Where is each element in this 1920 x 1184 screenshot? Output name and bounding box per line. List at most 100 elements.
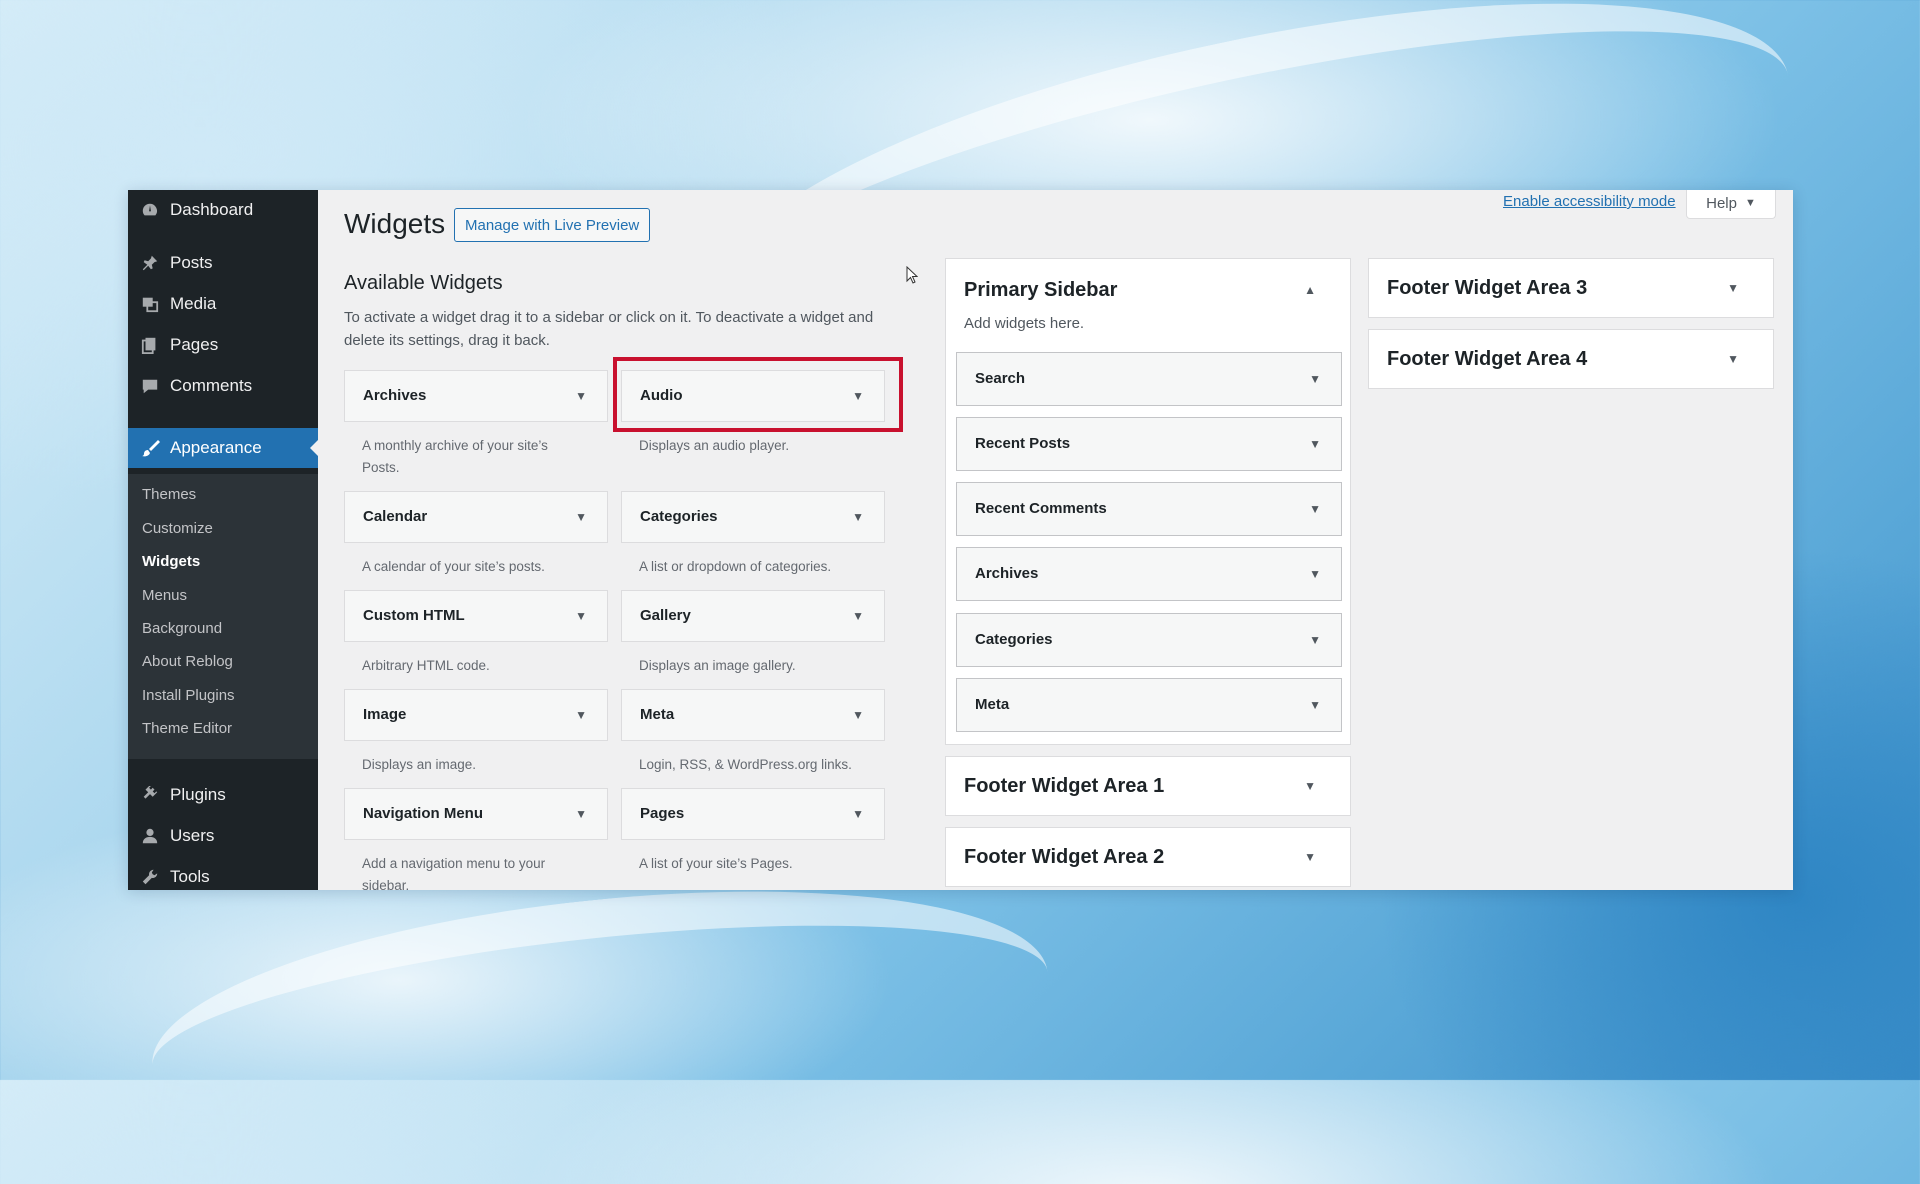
widget-title: Gallery <box>640 607 691 624</box>
widget-title: Audio <box>640 387 683 404</box>
widget-navigation-menu[interactable]: Navigation Menu ▼ <box>344 788 608 840</box>
widget-categories[interactable]: Categories ▼ <box>621 491 885 543</box>
menu-dashboard[interactable]: Dashboard <box>128 190 318 230</box>
widget-title: Categories <box>640 508 718 525</box>
menu-label: Pages <box>170 335 219 354</box>
caret-down-icon: ▼ <box>575 609 587 623</box>
caret-down-icon[interactable]: ▼ <box>1727 281 1739 295</box>
submenu-theme-editor[interactable]: Theme Editor <box>142 720 232 737</box>
menu-posts[interactable]: Posts <box>128 243 318 283</box>
widget-title: Navigation Menu <box>363 805 484 822</box>
submenu-themes[interactable]: Themes <box>142 486 196 503</box>
menu-media[interactable]: Media <box>128 284 318 324</box>
caret-down-icon: ▼ <box>1309 437 1321 451</box>
widget-description: A monthly archive of your site’s Posts. <box>362 438 548 475</box>
widget-pages[interactable]: Pages ▼ <box>621 788 885 840</box>
submenu-customize[interactable]: Customize <box>142 520 213 537</box>
caret-down-icon: ▼ <box>852 609 864 623</box>
submenu-about-reblog[interactable]: About Reblog <box>142 653 233 670</box>
caret-down-icon: ▼ <box>575 510 587 524</box>
caret-down-icon[interactable]: ▼ <box>1727 352 1739 366</box>
sidebar-widget-recent-comments[interactable]: Recent Comments ▼ <box>956 482 1342 536</box>
submenu-install-plugins[interactable]: Install Plugins <box>142 687 235 704</box>
dashboard-icon <box>140 200 160 220</box>
media-icon <box>140 294 160 314</box>
panel-hint: Add widgets here. <box>964 315 1085 332</box>
widget-title: Search <box>975 370 1026 387</box>
widget-custom-html[interactable]: Custom HTML ▼ <box>344 590 608 642</box>
page-title: Widgets <box>344 208 446 239</box>
submenu-menus[interactable]: Menus <box>142 587 187 604</box>
widget-description: Arbitrary HTML code. <box>362 658 490 673</box>
widget-title: Recent Comments <box>975 500 1107 517</box>
plugin-icon <box>140 785 160 805</box>
menu-users[interactable]: Users <box>128 816 318 856</box>
menu-plugins[interactable]: Plugins <box>128 775 318 815</box>
panel-title: Footer Widget Area 1 <box>964 775 1165 797</box>
live-preview-button[interactable]: Manage with Live Preview <box>454 208 651 242</box>
footer-widget-area-2[interactable]: Footer Widget Area 2 ▼ <box>945 827 1351 887</box>
caret-up-icon[interactable]: ▲ <box>1304 283 1316 297</box>
widget-gallery[interactable]: Gallery ▼ <box>621 590 885 642</box>
widget-meta[interactable]: Meta ▼ <box>621 689 885 741</box>
menu-comments[interactable]: Comments <box>128 366 318 406</box>
background-swoosh <box>140 853 1060 1184</box>
help-button[interactable]: Help ▼ <box>1686 190 1776 219</box>
mouse-cursor-icon <box>906 266 918 284</box>
pin-icon <box>140 253 160 273</box>
widget-title: Meta <box>975 696 1010 713</box>
menu-appearance[interactable]: Appearance <box>128 428 318 468</box>
menu-pages[interactable]: Pages <box>128 325 318 365</box>
menu-tools[interactable]: Tools <box>128 857 318 890</box>
sidebar-widget-search[interactable]: Search ▼ <box>956 352 1342 406</box>
panel-title: Footer Widget Area 4 <box>1387 348 1588 370</box>
sidebar-widget-recent-posts[interactable]: Recent Posts ▼ <box>956 417 1342 471</box>
sidebar-widget-archives[interactable]: Archives ▼ <box>956 547 1342 601</box>
caret-down-icon: ▼ <box>852 807 864 821</box>
widget-calendar[interactable]: Calendar ▼ <box>344 491 608 543</box>
menu-label: Users <box>170 826 215 845</box>
panel-title: Footer Widget Area 3 <box>1387 277 1588 299</box>
accessibility-mode-link[interactable]: Enable accessibility mode <box>1503 193 1676 210</box>
sidebar-widget-meta[interactable]: Meta ▼ <box>956 678 1342 732</box>
caret-down-icon[interactable]: ▼ <box>1304 779 1316 793</box>
wrench-icon <box>140 867 160 887</box>
caret-down-icon: ▼ <box>575 708 587 722</box>
primary-sidebar-panel[interactable]: Primary Sidebar ▲ Add widgets here. Sear… <box>945 258 1351 745</box>
available-widgets-description: To activate a widget drag it to a sideba… <box>344 309 874 349</box>
footer-widget-area-3[interactable]: Footer Widget Area 3 ▼ <box>1368 258 1774 318</box>
caret-down-icon: ▼ <box>1744 197 1756 209</box>
footer-widget-area-4[interactable]: Footer Widget Area 4 ▼ <box>1368 329 1774 389</box>
submenu-widgets[interactable]: Widgets <box>142 553 200 570</box>
menu-label: Plugins <box>170 785 226 804</box>
widget-image[interactable]: Image ▼ <box>344 689 608 741</box>
widget-title: Archives <box>363 387 427 404</box>
caret-down-icon: ▼ <box>852 389 864 403</box>
sidebar-widget-categories[interactable]: Categories ▼ <box>956 613 1342 667</box>
widget-title: Calendar <box>363 508 428 525</box>
caret-down-icon: ▼ <box>1309 567 1321 581</box>
user-icon <box>140 826 160 846</box>
widget-title: Meta <box>640 706 675 723</box>
appearance-submenu: Themes Customize Widgets Menus Backgroun… <box>128 474 318 759</box>
caret-down-icon: ▼ <box>575 807 587 821</box>
widget-description: Displays an image gallery. <box>639 658 796 673</box>
widget-description: Displays an audio player. <box>639 438 790 453</box>
brush-icon <box>140 438 160 458</box>
footer-widget-area-1[interactable]: Footer Widget Area 1 ▼ <box>945 756 1351 816</box>
widget-audio[interactable]: Audio ▼ <box>621 370 885 422</box>
caret-down-icon: ▼ <box>852 510 864 524</box>
caret-down-icon: ▼ <box>575 389 587 403</box>
widget-description: A calendar of your site’s posts. <box>362 559 545 574</box>
widget-title: Pages <box>640 805 685 822</box>
widget-description: Login, RSS, & WordPress.org links. <box>639 757 852 772</box>
submenu-background[interactable]: Background <box>142 620 222 637</box>
caret-down-icon: ▼ <box>1309 502 1321 516</box>
widget-archives[interactable]: Archives ▼ <box>344 370 608 422</box>
menu-label: Posts <box>170 253 213 272</box>
caret-down-icon[interactable]: ▼ <box>1304 850 1316 864</box>
wp-admin-window: Dashboard Posts Media Pages Comments App… <box>128 190 1793 890</box>
help-label: Help <box>1706 194 1737 212</box>
available-widgets-title: Available Widgets <box>344 272 503 294</box>
caret-down-icon: ▼ <box>1309 698 1321 712</box>
